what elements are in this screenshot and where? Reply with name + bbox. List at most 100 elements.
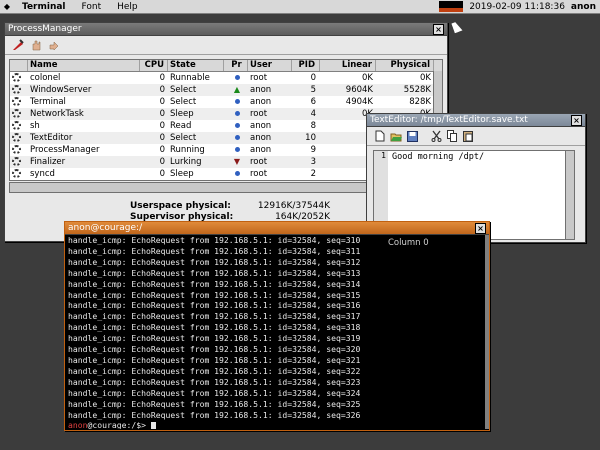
cell-user: root <box>250 109 268 119</box>
cell-name: ProcessManager <box>30 145 100 155</box>
terminal-line: handle_icmp: EchoRequest from 192.168.5.… <box>68 376 361 387</box>
cell-priority <box>224 120 248 132</box>
cell-priority <box>224 96 248 108</box>
menu-font[interactable]: Font <box>74 2 110 12</box>
prompt-path: @courage:/$> <box>87 420 151 429</box>
vertical-scrollbar[interactable] <box>565 151 574 239</box>
terminal-line: handle_icmp: EchoRequest from 192.168.5.… <box>68 267 361 278</box>
editor-content[interactable]: Good morning /dpt/ <box>392 152 484 162</box>
userspace-label: Userspace physical: <box>130 201 231 211</box>
close-icon[interactable]: × <box>475 222 486 234</box>
text-cursor <box>150 421 156 429</box>
window-title: ProcessManager <box>8 24 82 34</box>
cell-pid: 5 <box>310 85 316 95</box>
priority-normal-icon <box>234 171 240 176</box>
col-physical[interactable]: Physical <box>376 60 434 71</box>
cell-physical: 0K <box>420 73 431 83</box>
gear-icon <box>12 133 21 142</box>
title-bar[interactable]: TextEditor: /tmp/TextEditor.save.txt × <box>367 114 585 127</box>
table-header: Name CPU State Pr User PID Linear Physic… <box>10 60 442 72</box>
prompt-user: anon <box>68 420 88 429</box>
cell-state: Sleep <box>170 109 194 119</box>
save-icon[interactable] <box>405 129 419 143</box>
terminal-prompt[interactable]: anon@courage:/$> <box>68 420 486 429</box>
cell-cpu: 0 <box>159 109 165 119</box>
clock: 2019-02-09 11:18:36 <box>469 1 565 12</box>
cut-icon[interactable] <box>429 129 443 143</box>
terminal-line: handle_icmp: EchoRequest from 192.168.5.… <box>68 387 361 398</box>
priority-normal-icon <box>234 123 240 128</box>
cell-user: anon <box>250 97 272 107</box>
process-gear-icon <box>10 72 28 84</box>
stop-process-icon[interactable] <box>29 38 43 52</box>
priority-normal-icon <box>234 135 240 140</box>
terminal-window: anon@courage:/ × handle_icmp: EchoReques… <box>64 221 490 431</box>
cell-pid: 6 <box>310 97 316 107</box>
cell-name: colonel <box>30 73 61 83</box>
new-file-icon[interactable] <box>373 129 387 143</box>
toolbar <box>5 36 447 55</box>
cell-name: sh <box>30 121 40 131</box>
cell-pid: 4 <box>310 109 316 119</box>
process-gear-icon <box>10 168 28 180</box>
cell-pid: 0 <box>310 73 316 83</box>
menu-help[interactable]: Help <box>109 2 146 12</box>
cell-linear: 0K <box>362 73 373 83</box>
menu-terminal[interactable]: Terminal <box>14 2 74 12</box>
terminal-line: handle_icmp: EchoRequest from 192.168.5.… <box>68 365 361 376</box>
col-name[interactable]: Name <box>28 60 140 71</box>
col-pid[interactable]: PID <box>292 60 320 71</box>
terminal-line: handle_icmp: EchoRequest from 192.168.5.… <box>68 398 361 409</box>
process-gear-icon <box>10 84 28 96</box>
close-icon[interactable]: × <box>433 23 444 35</box>
cell-pid: 9 <box>310 145 316 155</box>
col-state[interactable]: State <box>168 60 224 71</box>
cell-state: Lurking <box>170 157 202 167</box>
terminal-line: handle_icmp: EchoRequest from 192.168.5.… <box>68 300 361 311</box>
system-menu-icon[interactable]: ◆ <box>0 2 14 11</box>
cell-pid: 8 <box>310 121 316 131</box>
close-icon[interactable]: × <box>571 114 582 126</box>
gear-icon <box>12 73 21 82</box>
cell-state: Sleep <box>170 169 194 179</box>
col-priority[interactable]: Pr <box>224 60 248 71</box>
terminal-line: handle_icmp: EchoRequest from 192.168.5.… <box>68 344 361 355</box>
col-linear[interactable]: Linear <box>320 60 376 71</box>
cell-pid: 2 <box>310 169 316 179</box>
vertical-scrollbar[interactable] <box>485 235 489 429</box>
gear-icon <box>12 157 21 166</box>
cell-cpu: 0 <box>159 97 165 107</box>
process-gear-icon <box>10 120 28 132</box>
process-gear-icon <box>10 108 28 120</box>
process-gear-icon <box>10 96 28 108</box>
memory-stats: Userspace physical: 12916K/37544K Supervi… <box>130 201 330 223</box>
priority-normal-icon <box>234 75 240 80</box>
open-folder-icon[interactable] <box>389 129 403 143</box>
cell-cpu: 0 <box>159 145 165 155</box>
process-gear-icon <box>10 144 28 156</box>
menu-bar: ◆ Terminal Font Help 2019-02-09 11:18:36… <box>0 0 600 14</box>
terminal-screen[interactable]: handle_icmp: EchoRequest from 192.168.5.… <box>66 235 486 429</box>
kill-process-icon[interactable] <box>11 38 25 52</box>
column-status: Column 0 <box>388 238 429 248</box>
priority-down-icon: ▼ <box>233 157 241 166</box>
cell-name: syncd <box>30 169 55 179</box>
paste-icon[interactable] <box>461 129 475 143</box>
gear-icon <box>12 169 21 178</box>
mouse-pointer-icon <box>451 20 463 34</box>
col-user[interactable]: User <box>248 60 292 71</box>
table-row[interactable]: WindowServer 0 Select ▲ anon 5 9604K 5528K <box>10 84 442 96</box>
cell-cpu: 0 <box>159 73 165 83</box>
cell-cpu: 0 <box>159 157 165 167</box>
table-row[interactable]: colonel 0 Runnable root 0 0K 0K <box>10 72 442 84</box>
continue-process-icon[interactable] <box>47 38 61 52</box>
priority-up-icon: ▲ <box>233 85 241 94</box>
cell-name: NetworkTask <box>30 109 84 119</box>
col-cpu[interactable]: CPU <box>140 60 168 71</box>
title-bar[interactable]: ProcessManager × <box>5 23 447 36</box>
copy-icon[interactable] <box>445 129 459 143</box>
cell-user: anon <box>250 145 272 155</box>
cell-priority: ▼ <box>224 156 248 168</box>
table-row[interactable]: Terminal 0 Select anon 6 4904K 828K <box>10 96 442 108</box>
title-bar[interactable]: anon@courage:/ × <box>65 222 489 235</box>
